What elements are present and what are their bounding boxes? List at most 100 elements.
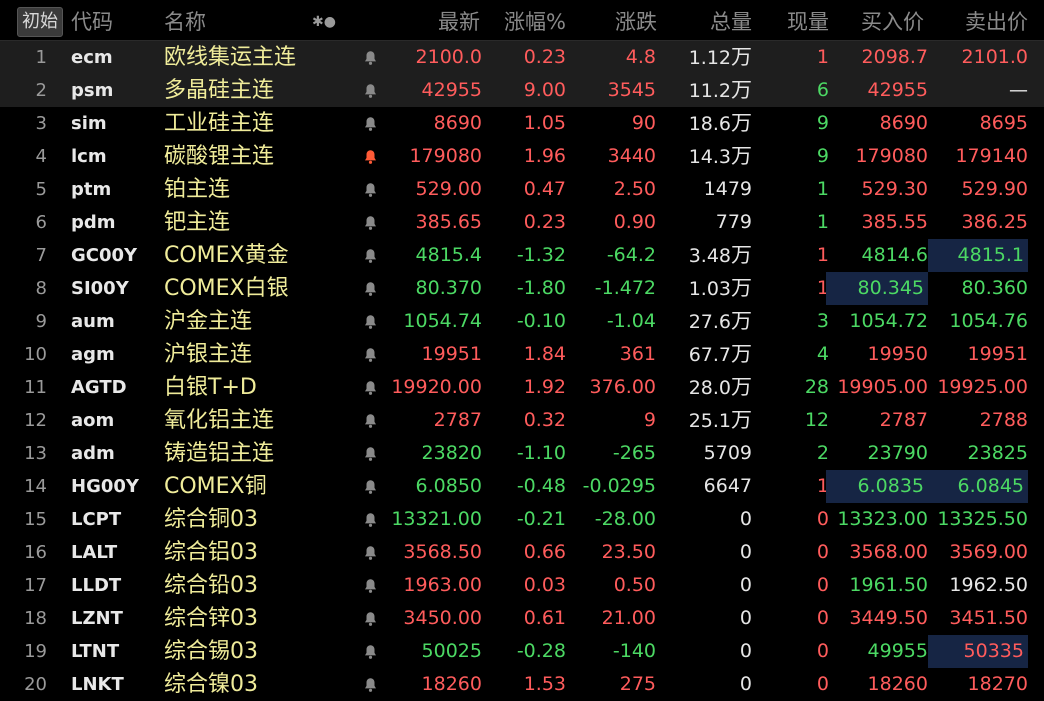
table-row[interactable]: 1 ecm 欧线集运主连 2100.0 0.23 4.8 1.12万 1 2098.7 2101.… [0, 41, 1044, 74]
ask-price: 1054.76 [932, 305, 1028, 338]
total-volume: 25.1万 [656, 404, 752, 437]
table-row[interactable]: 11 AGTD 白银T+D 19920.00 1.92 376.00 28.0万 28 1990… [0, 371, 1044, 404]
total-volume-value: 11.2 [688, 80, 731, 102]
instrument-name: 沪金主连 [164, 309, 253, 334]
instrument-code: LNKT [71, 674, 124, 695]
total-volume-value: 0 [739, 508, 752, 530]
total-volume: 27.6万 [656, 305, 752, 338]
ask-price-value: 19951 [967, 343, 1028, 365]
header-chg[interactable]: 涨跌 [615, 0, 657, 40]
ask-price: 19951 [932, 338, 1028, 371]
table-row[interactable]: 16 LALT 综合铝03 3568.50 0.66 23.50 0 0 3568.00 3569… [0, 536, 1044, 569]
bid-price: 8690 [830, 107, 928, 140]
change-amount: -140 [568, 635, 656, 668]
table-row[interactable]: 4 lcm 碳酸锂主连 179080 1.96 3440 14.3万 9 179080 17914… [0, 140, 1044, 173]
header-volume[interactable]: 总量 [710, 0, 752, 40]
last-price-value: 385.65 [415, 211, 482, 233]
ask-price-value: 3569.00 [949, 541, 1028, 563]
change-amount: -1.472 [568, 272, 656, 305]
instrument-name: 铸造铝主连 [164, 441, 275, 466]
total-volume-value: 0 [739, 574, 752, 596]
row-index: 12 [24, 410, 47, 431]
change-percent: 0.23 [482, 206, 566, 239]
instrument-code: psm [71, 80, 114, 101]
table-row[interactable]: 10 agm 沪银主连 19951 1.84 361 67.7万 4 19950 19951 [0, 338, 1044, 371]
header-last[interactable]: 最新 [438, 0, 480, 40]
bid-price-value: 19950 [867, 343, 928, 365]
table-row[interactable]: 18 LZNT 综合锌03 3450.00 0.61 21.00 0 0 3449.50 3451… [0, 602, 1044, 635]
last-price: 50025 [332, 635, 482, 668]
volume-unit: 万 [731, 276, 752, 300]
change-amount-value: -64.2 [606, 244, 656, 266]
change-amount: 361 [568, 338, 656, 371]
total-volume-value: 3.48 [688, 245, 731, 267]
table-row[interactable]: 7 GC00Y COMEX黄金 4815.4 -1.32 -64.2 3.48万 1 4814.… [0, 239, 1044, 272]
change-amount-value: -265 [612, 442, 656, 464]
ask-price-value: 1962.50 [949, 574, 1028, 596]
change-amount: 2.50 [568, 173, 656, 206]
table-row[interactable]: 14 HG00Y COMEX铜 6.0850 -0.48 -0.0295 6647 1 6.08… [0, 470, 1044, 503]
table-row[interactable]: 5 ptm 铂主连 529.00 0.47 2.50 1479 1 529.30 529.90 [0, 173, 1044, 206]
last-price: 80.370 [332, 272, 482, 305]
last-price-value: 179080 [409, 145, 482, 167]
header-bid[interactable]: 买入价 [861, 0, 924, 40]
bid-price-value: 3568.00 [849, 541, 928, 563]
header-ask[interactable]: 卖出价 [965, 0, 1028, 40]
header-code[interactable]: 代码 [71, 0, 113, 40]
bid-price-value: 179080 [855, 145, 928, 167]
change-amount-value: -1.04 [606, 310, 656, 332]
table-row[interactable]: 15 LCPT 综合铜03 13321.00 -0.21 -28.00 0 0 13323.00… [0, 503, 1044, 536]
change-percent-value: -0.28 [516, 640, 566, 662]
table-row[interactable]: 3 sim 工业硅主连 8690 1.05 90 18.6万 9 8690 8695 [0, 107, 1044, 140]
instrument-name: 综合铜03 [164, 507, 258, 532]
init-button[interactable]: 初始 [17, 7, 63, 37]
ask-price: 529.90 [932, 173, 1028, 206]
change-amount: -1.04 [568, 305, 656, 338]
quote-table: 初始 代码 名称 ✱● 最新 涨幅% 涨跌 总量 现量 买入价 卖出价 1 ecm… [0, 0, 1044, 700]
instrument-name: 多晶硅主连 [164, 78, 275, 103]
row-index: 4 [35, 146, 47, 167]
table-row[interactable]: 2 psm 多晶硅主连 42955 9.00 3545 11.2万 6 42955— [0, 74, 1044, 107]
header-current-volume[interactable]: 现量 [787, 0, 829, 40]
last-price-value: 19920.00 [391, 376, 482, 398]
volume-unit: 万 [731, 45, 752, 69]
row-index: 6 [35, 212, 47, 233]
change-amount: -28.00 [568, 503, 656, 536]
header-name[interactable]: 名称 [164, 0, 206, 40]
table-row[interactable]: 8 SI00Y COMEX白银 80.370 -1.80 -1.472 1.03万 1 80.3… [0, 272, 1044, 305]
table-row[interactable]: 6 pdm 钯主连 385.65 0.23 0.90 779 1 385.55 386.25 [0, 206, 1044, 239]
current-volume: 9 [771, 140, 829, 173]
ask-price: 8695 [932, 107, 1028, 140]
table-row[interactable]: 19 LTNT 综合锡03 50025 -0.28 -140 0 0 49955 50335 [0, 635, 1044, 668]
total-volume: 779 [656, 206, 752, 239]
table-row[interactable]: 13 adm 铸造铝主连 23820 -1.10 -265 5709 2 23790 23825 [0, 437, 1044, 470]
ask-price: 3569.00 [932, 536, 1028, 569]
last-price-value: 19951 [421, 343, 482, 365]
bid-price-value: 2787 [879, 409, 928, 431]
table-row[interactable]: 17 LLDT 综合铅03 1963.00 0.03 0.50 0 0 1961.50 1962.… [0, 569, 1044, 602]
current-volume-value: 9 [816, 112, 829, 134]
row-index: 2 [35, 80, 47, 101]
column-settings-icon[interactable]: ✱● [312, 0, 336, 40]
bid-price-value: 42955 [867, 79, 928, 101]
ask-price-value: 18270 [967, 673, 1028, 695]
current-volume: 1 [771, 173, 829, 206]
header-pct[interactable]: 涨幅% [504, 0, 566, 40]
total-volume: 5709 [656, 437, 752, 470]
change-amount-value: 23.50 [601, 541, 656, 563]
total-volume-value: 5709 [703, 442, 752, 464]
bid-price-value: 8690 [879, 112, 928, 134]
change-amount-value: 90 [631, 112, 656, 134]
table-row[interactable]: 9 aum 沪金主连 1054.74 -0.10 -1.04 27.6万 3 1054.72 10… [0, 305, 1044, 338]
table-row[interactable]: 12 aom 氧化铝主连 2787 0.32 9 25.1万 12 2787 2788 [0, 404, 1044, 437]
total-volume-value: 25.1 [688, 410, 731, 432]
last-price: 3450.00 [332, 602, 482, 635]
total-volume-value: 0 [739, 673, 752, 695]
last-price: 18260 [332, 668, 482, 701]
ask-price: 23825 [932, 437, 1028, 470]
table-row[interactable]: 20 LNKT 综合镍03 18260 1.53 275 0 0 18260 18270 [0, 668, 1044, 701]
bid-price: 13323.00 [830, 503, 928, 536]
ask-price: 386.25 [932, 206, 1028, 239]
instrument-code: lcm [71, 146, 107, 167]
instrument-name: COMEX铜 [164, 474, 267, 499]
